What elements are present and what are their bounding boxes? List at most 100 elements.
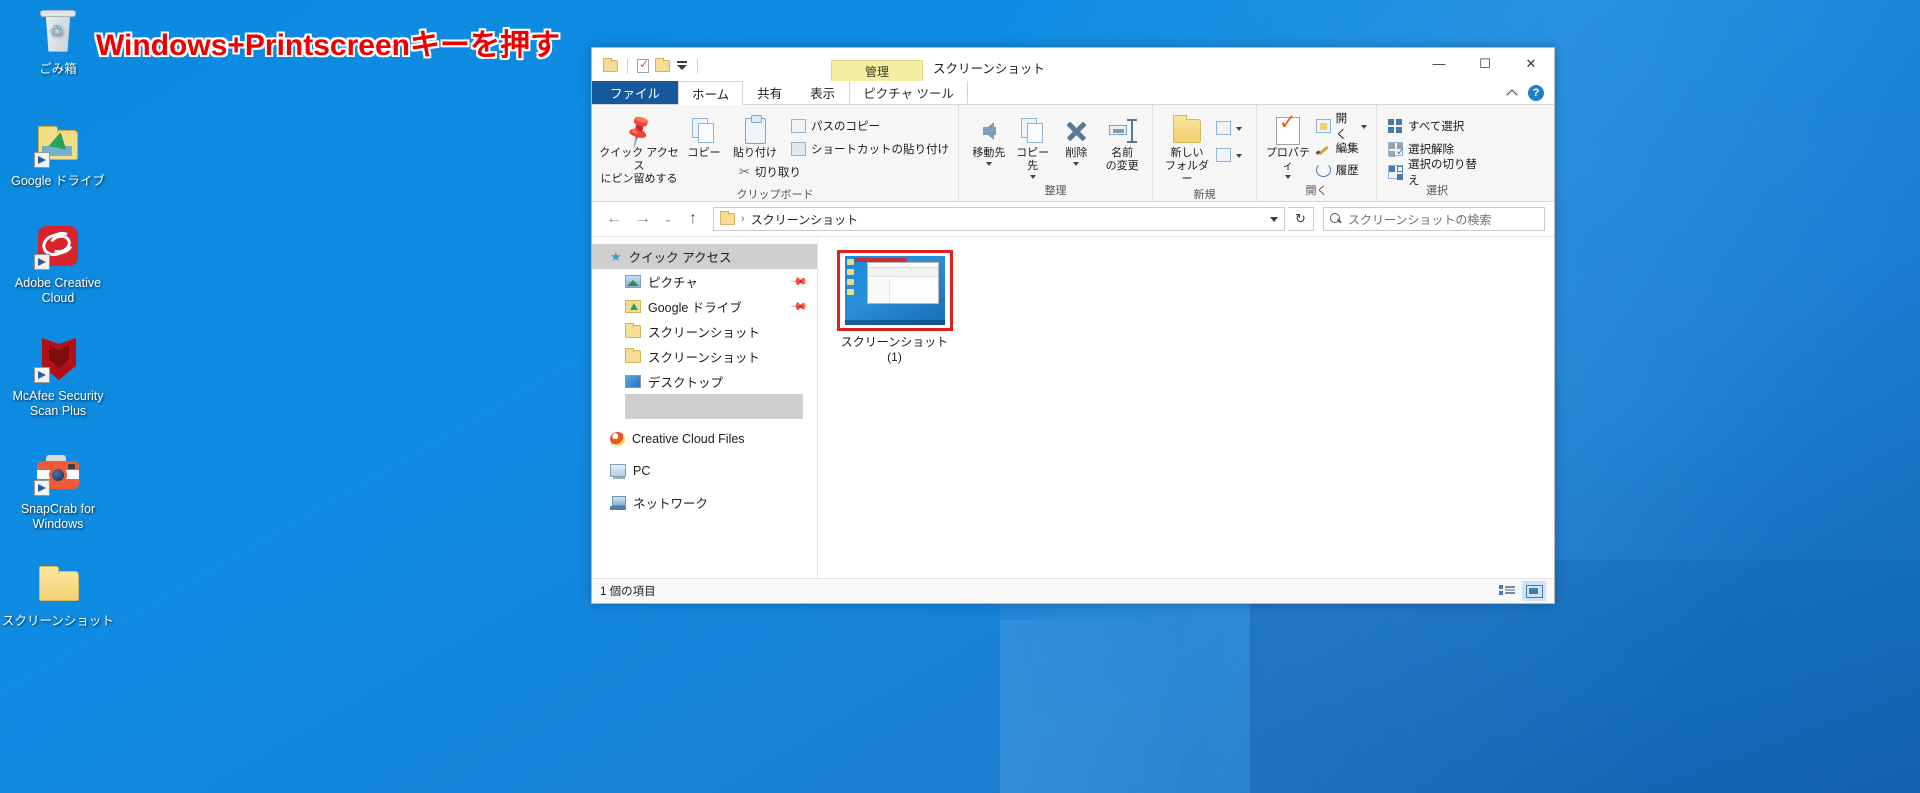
move-to-button[interactable]: 移動先 — [967, 112, 1011, 166]
paste-shortcut-icon — [791, 141, 806, 156]
close-button[interactable]: ✕ — [1508, 48, 1554, 79]
file-thumbnail-image — [844, 256, 945, 325]
back-button[interactable]: ← — [601, 206, 627, 232]
desktop-icon-mcafee[interactable]: McAfee Security Scan Plus — [0, 335, 116, 419]
view-mode-buttons[interactable] — [1495, 581, 1546, 601]
paste-shortcut-button[interactable]: ショートカットの貼り付け — [788, 139, 952, 158]
minimize-button[interactable]: — — [1416, 48, 1462, 79]
chevron-up-icon[interactable] — [1507, 87, 1518, 98]
sidebar-item-google-drive[interactable]: Google ドライブ 📌 — [592, 294, 817, 319]
invert-selection-button[interactable]: 選択の切り替え — [1385, 159, 1491, 187]
tab-share[interactable]: 共有 — [743, 81, 796, 104]
edit-button[interactable]: 編集 — [1313, 138, 1370, 157]
open-button[interactable]: 開く — [1313, 113, 1370, 141]
refresh-button[interactable]: ↻ — [1288, 207, 1314, 231]
pin-quick-access-button[interactable]: 📌 クイック アクセス にピン留めする — [598, 112, 680, 186]
history-button[interactable]: 履歴 — [1313, 160, 1370, 179]
new-folder-button[interactable]: 新しい フォルダー — [1161, 112, 1213, 186]
paste-button[interactable]: 貼り付け — [728, 112, 782, 160]
sidebar-item-label: ピクチャ — [648, 276, 698, 290]
tab-view[interactable]: 表示 — [796, 81, 849, 104]
breadcrumb-separator: › — [741, 213, 745, 225]
chevron-down-icon[interactable] — [1361, 124, 1367, 129]
properties-icon[interactable] — [637, 57, 649, 73]
search-box[interactable]: スクリーンショットの検索 — [1323, 207, 1545, 231]
title-bar[interactable]: 管理 スクリーンショット — ☐ ✕ — [592, 48, 1554, 81]
pin-icon[interactable]: 📌 — [790, 272, 809, 291]
new-item-button[interactable] — [1213, 118, 1245, 137]
sidebar-item-screenshots-1[interactable]: スクリーンショット — [592, 319, 817, 344]
sidebar-item-desktop[interactable]: デスクトップ — [592, 369, 817, 394]
chevron-down-icon[interactable] — [1270, 216, 1278, 222]
tab-file[interactable]: ファイル — [592, 81, 679, 104]
large-icons-view-button[interactable] — [1522, 581, 1546, 601]
delete-button[interactable]: 削除 — [1055, 112, 1099, 166]
sidebar-item-pictures[interactable]: ピクチャ 📌 — [592, 269, 817, 294]
new-folder-icon[interactable] — [655, 58, 670, 72]
copy-to-button[interactable]: コピー先 — [1011, 112, 1055, 179]
copy-path-button[interactable]: パスのコピー — [788, 116, 952, 135]
window-controls[interactable]: — ☐ ✕ — [1416, 48, 1554, 79]
maximize-button[interactable]: ☐ — [1462, 48, 1508, 79]
details-view-button[interactable] — [1495, 581, 1519, 601]
rename-button[interactable]: 名前 の変更 — [1098, 112, 1146, 173]
properties-button[interactable]: プロパティ — [1263, 112, 1313, 179]
tabstrip-right-controls[interactable]: ? — [1507, 81, 1554, 104]
file-list-pane[interactable]: スクリーンショット(1) — [818, 237, 1554, 578]
chevron-down-icon[interactable] — [1029, 175, 1036, 179]
up-button[interactable]: ↑ — [680, 206, 706, 232]
sidebar-item-screenshots-2[interactable]: スクリーンショット — [592, 344, 817, 369]
select-commands: すべて選択 選択解除 選択の切り替え — [1385, 112, 1491, 187]
tab-picture-tools[interactable]: ピクチャ ツール — [849, 81, 969, 104]
search-icon — [1330, 213, 1342, 225]
breadcrumb-current-folder[interactable]: スクリーンショット — [751, 211, 858, 228]
sidebar-item-creative-cloud[interactable]: Creative Cloud Files — [592, 426, 817, 451]
ribbon-group-open: プロパティ 開く 編集 — [1257, 105, 1377, 201]
chevron-down-icon[interactable] — [1284, 175, 1291, 179]
tab-home[interactable]: ホーム — [678, 81, 744, 105]
ribbon-group-label: 整理 — [1044, 185, 1067, 197]
sidebar-item-pc[interactable]: PC — [592, 458, 817, 483]
pencil-icon — [1316, 141, 1331, 155]
pin-icon[interactable]: 📌 — [790, 297, 809, 316]
address-input[interactable]: › スクリーンショット — [713, 207, 1285, 231]
chevron-down-icon[interactable] — [1236, 153, 1242, 158]
contextual-tab-header-group: 管理 — [831, 60, 923, 81]
button-label: 切り取り — [754, 166, 801, 179]
ribbon[interactable]: 📌 クイック アクセス にピン留めする コピー 貼り付け パスのコピー ショート… — [592, 105, 1554, 202]
sidebar-item-network[interactable]: ネットワーク — [592, 490, 817, 515]
main-area: ★ クイック アクセス ピクチャ 📌 Google ドライブ 📌 スクリーンショ… — [592, 237, 1554, 578]
item-count-label: 1 個の項目 — [600, 586, 656, 598]
snapcrab-camera-icon — [34, 448, 82, 496]
help-icon[interactable]: ? — [1528, 84, 1544, 101]
sidebar-item-quick-access[interactable]: ★ クイック アクセス — [592, 244, 817, 269]
chevron-down-icon[interactable] — [985, 162, 992, 166]
cut-button[interactable]: ✂ 切り取り — [736, 162, 952, 181]
easy-access-button[interactable] — [1213, 145, 1245, 164]
desktop-icon-screenshots[interactable]: スクリーンショット — [0, 560, 116, 629]
customize-qat-icon[interactable] — [676, 59, 688, 73]
divider — [697, 58, 698, 74]
select-all-button[interactable]: すべて選択 — [1385, 116, 1491, 135]
address-bar-row[interactable]: ← → ⌄ ↑ › スクリーンショット ↻ スクリーンショットの検索 — [592, 202, 1554, 237]
navigation-pane[interactable]: ★ クイック アクセス ピクチャ 📌 Google ドライブ 📌 スクリーンショ… — [592, 237, 818, 578]
delete-x-icon — [1063, 115, 1089, 147]
sidebar-item-blank[interactable] — [625, 394, 803, 419]
desktop-icon-snapcrab[interactable]: SnapCrab for Windows — [0, 448, 116, 532]
desktop-icon-adobe-creative-cloud[interactable]: Adobe Creative Cloud — [0, 222, 116, 306]
file-item-screenshot-1[interactable]: スクリーンショット(1) — [836, 246, 953, 365]
file-explorer-window[interactable]: 管理 スクリーンショット — ☐ ✕ ファイル ホーム 共有 表示 ピクチャ ツ… — [591, 47, 1555, 604]
desktop-icon-label: SnapCrab for Windows — [20, 502, 96, 531]
desktop-icon-google-drive[interactable]: Google ドライブ — [0, 120, 116, 189]
ribbon-tab-strip[interactable]: ファイル ホーム 共有 表示 ピクチャ ツール ? — [592, 81, 1554, 105]
copy-icon — [692, 115, 716, 147]
quick-access-toolbar[interactable] — [592, 51, 701, 81]
large-icons-view-icon — [1526, 585, 1543, 598]
recent-locations-button[interactable]: ⌄ — [659, 206, 677, 232]
chevron-down-icon[interactable] — [1073, 162, 1080, 166]
forward-button[interactable]: → — [630, 206, 656, 232]
copy-button[interactable]: コピー — [680, 112, 728, 160]
folder-icon[interactable] — [603, 58, 618, 72]
desktop[interactable]: ♲ ごみ箱 Google ドライブ Adobe Creative Cloud M… — [0, 0, 1920, 793]
chevron-down-icon[interactable] — [1236, 126, 1242, 131]
